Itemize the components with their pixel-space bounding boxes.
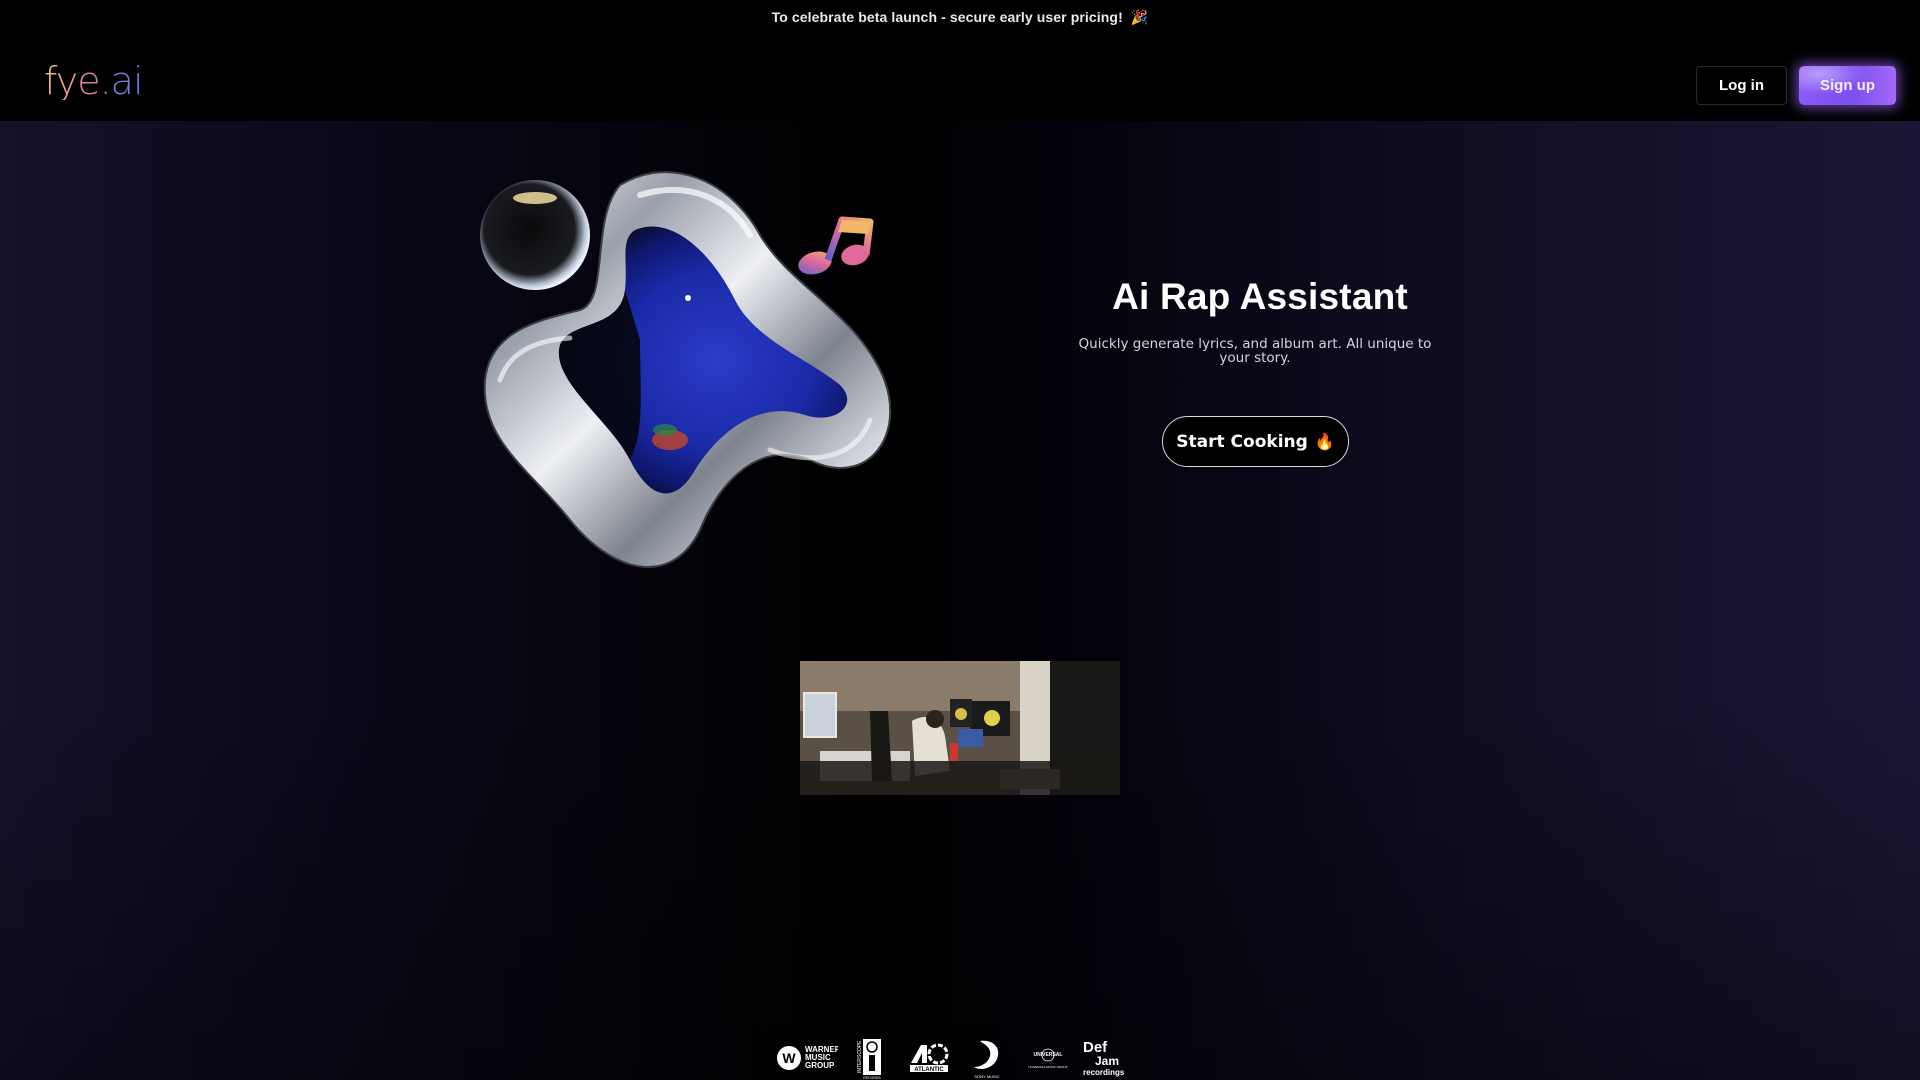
start-cooking-label: Start Cooking bbox=[1176, 431, 1308, 452]
defjam-bottom: recordings bbox=[1083, 1068, 1125, 1077]
warner-line3: GROUP bbox=[805, 1061, 835, 1070]
universal-top: UNIVERSAL bbox=[1034, 1052, 1063, 1058]
hero-title: Ai Rap Assistant bbox=[1112, 276, 1408, 317]
signup-button[interactable]: Sign up bbox=[1799, 66, 1896, 105]
logo[interactable]: fye.ai bbox=[44, 62, 143, 100]
interscope-side: INTERSCOPE bbox=[857, 1040, 863, 1073]
sony-text: SONY MUSIC bbox=[974, 1074, 999, 1079]
interscope-bottom: RECORDS bbox=[863, 1076, 881, 1079]
hero-artwork bbox=[480, 171, 892, 568]
studio-video-frame bbox=[800, 661, 1120, 795]
announcement-text: To celebrate beta launch - secure early … bbox=[771, 9, 1123, 25]
party-popper-icon: 🎉 bbox=[1130, 8, 1149, 25]
label-logo-universal: UNIVERSAL UNIVERSAL MUSIC GROUP bbox=[1017, 1036, 1079, 1080]
label-logo-atlantic: ATLANTIC bbox=[901, 1036, 957, 1080]
login-button[interactable]: Log in bbox=[1696, 66, 1787, 105]
video-player[interactable] bbox=[800, 661, 1120, 795]
announcement-bar: To celebrate beta launch - secure early … bbox=[0, 0, 1920, 34]
glass-bubble bbox=[480, 180, 590, 290]
svg-text:W: W bbox=[782, 1050, 796, 1066]
fire-icon: 🔥 bbox=[1314, 432, 1335, 451]
site-header: fye.ai Log in Sign up bbox=[0, 34, 1920, 121]
music-note-icon bbox=[798, 216, 874, 275]
record-label-logos: W WARNER MUSIC GROUP INTERSCOPE RECORDS … bbox=[775, 1036, 1129, 1080]
hero-section bbox=[0, 121, 1920, 1080]
universal-bottom: UNIVERSAL MUSIC GROUP bbox=[1028, 1065, 1067, 1069]
defjam-mid: Jam bbox=[1095, 1054, 1119, 1068]
start-cooking-button[interactable]: Start Cooking 🔥 bbox=[1162, 416, 1349, 467]
label-logo-sony: SONY MUSIC bbox=[957, 1036, 1017, 1080]
hero-subtitle: Quickly generate lyrics, and album art. … bbox=[1078, 336, 1432, 366]
atlantic-text: ATLANTIC bbox=[914, 1067, 944, 1073]
label-logo-interscope: INTERSCOPE RECORDS bbox=[839, 1036, 901, 1080]
label-logo-defjam: Def Jam recordings bbox=[1079, 1036, 1129, 1080]
label-logo-warner: W WARNER MUSIC GROUP bbox=[775, 1036, 839, 1080]
